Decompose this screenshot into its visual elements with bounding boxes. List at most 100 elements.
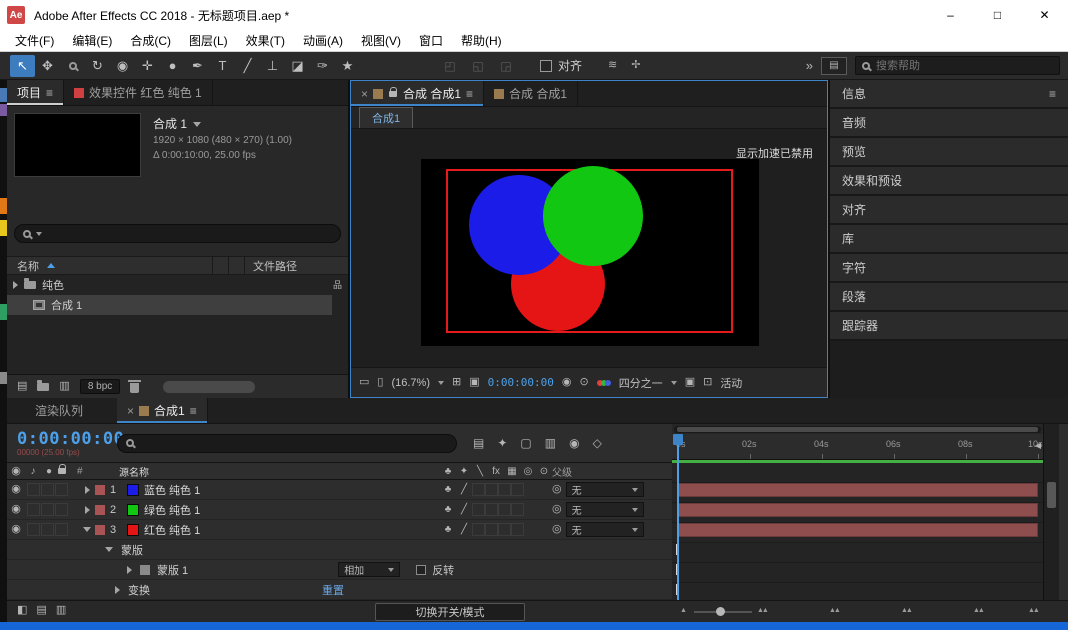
solo-column-icon[interactable]: ● [41,466,57,477]
brush-tool[interactable]: ╱ [235,55,260,77]
av-switch[interactable]: ♣ [440,524,456,535]
panel-audio[interactable]: 音频 [830,109,1068,138]
frame-blend-switch-icon[interactable]: ▦ [504,466,520,477]
panel-tracker[interactable]: 跟踪器 [830,312,1068,341]
parent-dropdown[interactable]: 无 [566,502,644,517]
menu-edit[interactable]: 编辑(E) [63,32,121,49]
help-search-input[interactable] [876,60,1026,72]
viewer-comp-tab[interactable]: 合成1 [359,107,413,128]
minimize-button[interactable]: – [927,0,974,30]
video-column-icon[interactable]: ◉ [7,466,25,477]
expand-transfer-controls-icon[interactable]: ▤ [36,605,46,616]
grid-guides-icon[interactable]: ⊞ [452,377,461,388]
panel-menu-icon[interactable]: ≡ [190,404,197,418]
audio-toggle[interactable] [27,503,40,516]
eye-icon[interactable]: ◉ [7,504,25,515]
show-snapshot-icon[interactable]: ⊙ [579,377,588,388]
frame-blend-switch[interactable] [485,523,498,536]
region-of-interest-icon[interactable]: ▣ [685,377,695,388]
pan-behind-tool[interactable]: ✛ [135,55,160,77]
av-switch-icon[interactable]: ♣ [440,466,456,477]
new-composition-icon[interactable]: ▥ [59,381,69,392]
source-name-column[interactable]: 源名称 [93,464,440,479]
quality-switch[interactable]: ╱ [456,524,472,535]
zoom-slider-handle[interactable] [716,607,725,616]
composition-viewer[interactable]: 显示加速已禁用 [351,129,827,367]
comp-marker-bin-icon[interactable]: ◀ [1035,442,1041,450]
mask-color-chip[interactable] [140,565,150,575]
layer-name[interactable]: 蓝色 纯色 1 [144,482,440,498]
expander-icon[interactable] [115,586,120,594]
invert-checkbox[interactable] [416,565,426,575]
zoom-in-icon[interactable]: ▲▲ [1028,607,1038,614]
frame-blend-switch[interactable] [485,503,498,516]
menu-file[interactable]: 文件(F) [6,32,63,49]
close-button[interactable]: ✕ [1021,0,1068,30]
chevron-down-icon[interactable] [193,122,201,127]
clone-stamp-tool[interactable]: ⊥ [260,55,285,77]
mask-name[interactable]: 蒙版 1 [157,562,188,578]
selection-tool[interactable]: ↖ [10,55,35,77]
panel-align[interactable]: 对齐 [830,196,1068,225]
pickwhip-icon[interactable]: ◎ [552,524,562,535]
parent-dropdown[interactable]: 无 [566,482,644,497]
layer-duration-bar-green[interactable] [678,503,1038,517]
chevron-down-icon[interactable] [671,381,677,385]
rotation-tool[interactable]: ↻ [85,55,110,77]
draft-3d-icon[interactable]: ✦ [497,437,507,449]
panel-libraries[interactable]: 库 [830,225,1068,254]
audio-toggle[interactable] [27,483,40,496]
panel-paragraph[interactable]: 段落 [830,283,1068,312]
solo-toggle[interactable] [41,523,54,536]
shape-tool[interactable]: ● [160,55,185,77]
puppet-pin-tool[interactable]: ★ [335,55,360,77]
tab-timeline-comp1[interactable]: × 合成1 ≡ [117,398,208,423]
panel-menu-icon[interactable]: ≡ [1049,87,1056,101]
main-viewer-icon[interactable]: ▯ [377,377,383,388]
column-file-path[interactable]: 文件路径 [244,257,348,274]
masks-group-row[interactable]: 蒙版 [7,540,672,560]
crosshair-icon[interactable]: ✢ [631,60,640,71]
frame-blending-icon[interactable]: ▥ [545,437,556,449]
threed-switch[interactable] [511,523,524,536]
project-search-input[interactable] [14,224,341,243]
av-switch[interactable]: ♣ [440,484,456,495]
layer-row-red[interactable]: ◉ 3 红色 纯色 1 ♣ ╱ ◎ 无 [7,520,672,540]
audio-column-icon[interactable]: ♪ [25,466,41,477]
shy-layers-icon[interactable]: ▢ [520,437,531,449]
pickwhip-icon[interactable]: ◎ [552,504,562,515]
channel-icon[interactable] [597,380,611,386]
fx-switch[interactable] [472,483,485,496]
graph-editor-icon[interactable]: ◇ [593,437,602,449]
active-camera-label[interactable]: 活动 [720,375,742,391]
mask-feather-icon[interactable]: ≋ [608,60,617,71]
track-rows[interactable] [672,463,1043,600]
menu-window[interactable]: 窗口 [410,32,452,49]
maximize-button[interactable]: □ [974,0,1021,30]
threed-switch-icon[interactable]: ⊙ [536,466,552,477]
workspace-switcher-button[interactable]: ▤ [821,57,847,75]
fx-switch[interactable] [472,523,485,536]
layer-name[interactable]: 红色 纯色 1 [144,522,440,538]
new-folder-icon[interactable] [37,383,49,391]
lock-column-icon[interactable] [58,468,66,474]
solo-toggle[interactable] [41,483,54,496]
eraser-tool[interactable]: ◪ [285,55,310,77]
mask-visibility-icon[interactable]: ▣ [469,377,479,388]
label-color-chip[interactable] [95,525,105,535]
zoom-out-icon[interactable]: ▲ [680,607,685,614]
panel-preview[interactable]: 预览 [830,138,1068,167]
timeline-search-input[interactable] [117,434,457,453]
tab-effect-controls[interactable]: 效果控件 红色 纯色 1 [64,80,213,105]
snapshot-icon[interactable]: ◉ [562,377,572,388]
timeline-vertical-scrollbar[interactable] [1043,424,1059,600]
threed-switch[interactable] [511,483,524,496]
expander-icon[interactable] [85,486,90,494]
mask-1-row[interactable]: 蒙版 1 相加 反转 [7,560,672,580]
menu-animation[interactable]: 动画(A) [294,32,352,49]
eye-icon[interactable]: ◉ [7,484,25,495]
timeline-track-area[interactable]: 0s 02s 04s 06s 08s 10s ◀ [672,424,1043,600]
panel-menu-icon[interactable]: ≡ [466,87,473,101]
motion-blur-icon[interactable]: ◉ [569,437,579,449]
fx-switch[interactable] [472,503,485,516]
